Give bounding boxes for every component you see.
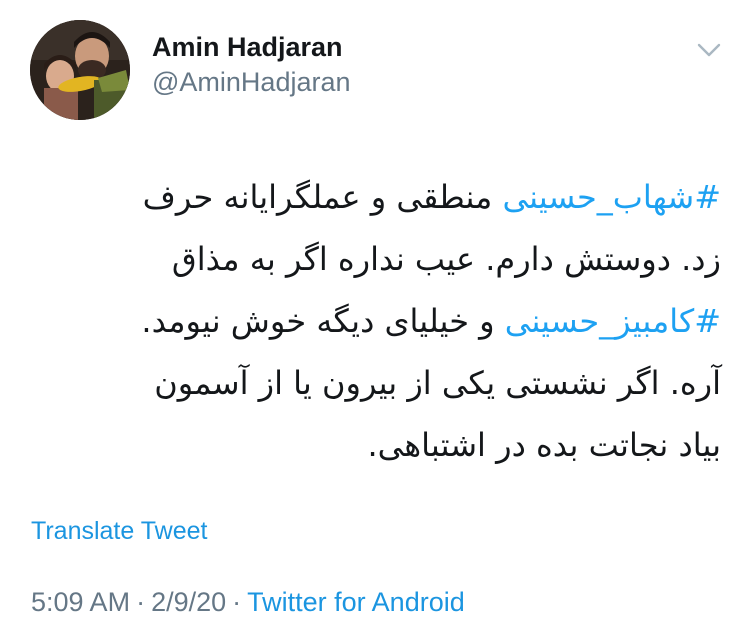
tweet-date[interactable]: 2/9/20 bbox=[151, 587, 226, 617]
tweet-source-link[interactable]: Twitter for Android bbox=[247, 587, 465, 617]
tweet-line-1: #شهاب_حسینی منطقی و عملگرایانه حرف bbox=[21, 166, 721, 228]
author-block: Amin Hadjaran @AminHadjaran bbox=[152, 30, 351, 99]
tweet-line-text: منطقی و عملگرایانه حرف bbox=[142, 178, 503, 216]
translate-tweet-link[interactable]: Translate Tweet bbox=[31, 515, 207, 547]
hashtag-link[interactable]: #کامبیز_حسینی bbox=[505, 302, 721, 340]
author-display-name[interactable]: Amin Hadjaran bbox=[152, 30, 351, 64]
more-options-button[interactable] bbox=[693, 38, 725, 62]
tweet-line-5: بیاد نجاتت بده در اشتباهی. bbox=[367, 426, 721, 464]
tweet-time[interactable]: 5:09 AM bbox=[31, 587, 130, 617]
tweet-card: Amin Hadjaran @AminHadjaran #شهاب_حسینی … bbox=[0, 0, 750, 641]
hashtag-link[interactable]: #شهاب_حسینی bbox=[502, 178, 721, 216]
chevron-down-icon bbox=[697, 43, 721, 57]
tweet-line-text: و خیلیای دیگه خوش نیومد. bbox=[141, 302, 505, 340]
meta-separator: · bbox=[136, 587, 146, 617]
avatar-image bbox=[30, 20, 130, 120]
tweet-line-4: آره. اگر نشستی یکی از بیرون یا از آسمون bbox=[154, 364, 721, 402]
avatar[interactable] bbox=[30, 20, 130, 120]
author-handle[interactable]: @AminHadjaran bbox=[152, 65, 351, 99]
tweet-line-3: #کامبیز_حسینی و خیلیای دیگه خوش نیومد. bbox=[21, 290, 721, 352]
tweet-text: #شهاب_حسینی منطقی و عملگرایانه حرف زد. د… bbox=[21, 166, 721, 476]
meta-separator: · bbox=[232, 587, 242, 617]
tweet-meta: 5:09 AM · 2/9/20 · Twitter for Android bbox=[31, 585, 465, 619]
tweet-line-2: زد. دوستش دارم. عیب نداره اگر به مذاق bbox=[171, 240, 721, 278]
